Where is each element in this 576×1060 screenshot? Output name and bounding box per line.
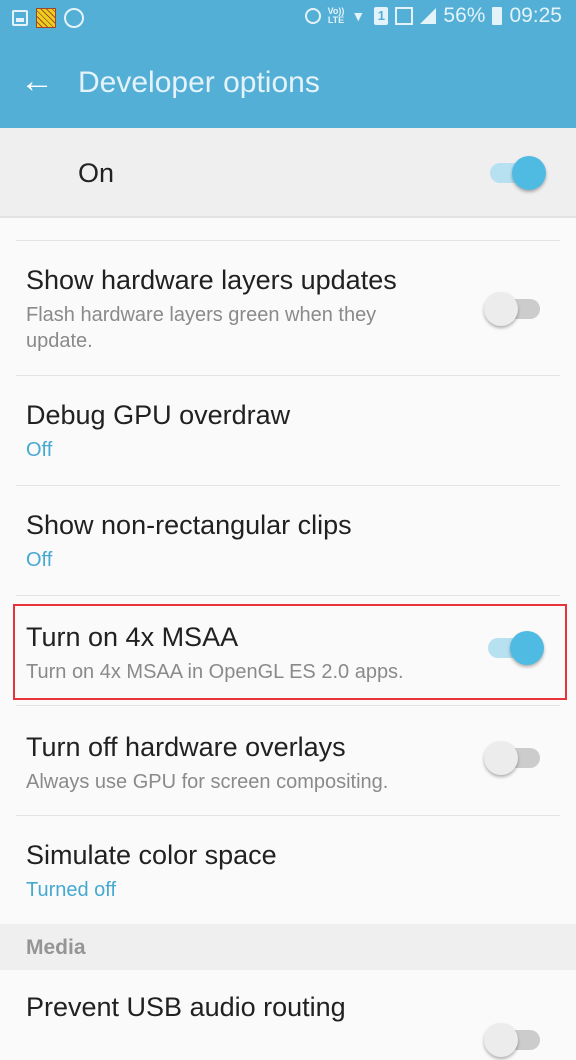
toggle-thumb	[484, 292, 518, 326]
setting-show-non-rectangular-clips[interactable]: Show non-rectangular clips Off	[0, 486, 576, 595]
toggle-thumb	[512, 156, 546, 190]
master-switch-toggle[interactable]	[486, 153, 548, 193]
battery-icon	[492, 7, 503, 25]
setting-title: Prevent USB audio routing	[26, 992, 346, 1022]
usb-audio-routing-toggle[interactable]	[484, 1020, 546, 1060]
setting-debug-gpu-overdraw[interactable]: Debug GPU overdraw Off	[0, 376, 576, 485]
back-button[interactable]: ←	[20, 64, 56, 100]
master-switch-row[interactable]: On	[0, 128, 576, 218]
setting-title: Turn off hardware overlays	[26, 732, 346, 762]
setting-value: Off	[26, 549, 53, 571]
toggle-thumb	[484, 1023, 518, 1057]
setting-turn-off-hardware-overlays[interactable]: Turn off hardware overlays Always use GP…	[0, 706, 576, 815]
setting-title: Debug GPU overdraw	[26, 400, 291, 430]
setting-show-hardware-layers-updates[interactable]: Show hardware layers updates Flash hardw…	[0, 241, 576, 375]
signal-sim2-icon	[420, 8, 437, 24]
clock: 09:25	[509, 4, 562, 27]
setting-turn-on-4x-msaa[interactable]: Turn on 4x MSAA Turn on 4x MSAA in OpenG…	[0, 596, 576, 705]
setting-subtitle: Turn on 4x MSAA in OpenGL ES 2.0 apps.	[26, 661, 404, 683]
setting-value: Off	[26, 439, 53, 461]
sim-1-icon: 1	[374, 7, 389, 25]
setting-subtitle: Always use GPU for screen compositing.	[26, 771, 389, 793]
setting-title: Simulate color space	[26, 840, 277, 870]
setting-title: Show hardware layers updates	[26, 265, 397, 295]
pattern-app-icon	[36, 8, 56, 28]
setting-value: Turned off	[26, 879, 117, 901]
status-bar: Vo)) LTE ▼ 1 56% 09:25	[0, 0, 576, 38]
hardware-overlays-toggle[interactable]	[484, 738, 546, 778]
setting-title: Show non-rectangular clips	[26, 510, 352, 540]
toggle-thumb	[510, 631, 544, 665]
signal-sim1-icon	[395, 7, 414, 25]
page-title: Developer options	[78, 66, 320, 99]
lte-label: LTE	[327, 15, 345, 25]
hardware-layers-toggle[interactable]	[484, 289, 546, 329]
setting-prevent-usb-audio-routing[interactable]: Prevent USB audio routing	[0, 970, 576, 1057]
setting-subtitle: Flash hardware layers green when they up…	[26, 304, 377, 352]
arrow-left-icon: ←	[20, 62, 54, 100]
setting-simulate-color-space[interactable]: Simulate color space Turned off	[0, 816, 576, 924]
toggle-thumb	[484, 741, 518, 775]
volte-icon: Vo)) LTE	[328, 7, 345, 25]
app-bar: ← Developer options	[0, 38, 576, 128]
whatsapp-icon	[64, 8, 84, 28]
alarm-icon	[304, 8, 321, 24]
battery-percent: 56%	[443, 4, 486, 27]
setting-title: Turn on 4x MSAA	[26, 622, 239, 652]
section-header-media: Media	[0, 924, 576, 970]
gallery-icon	[12, 10, 28, 26]
settings-list: Show hardware layers updates Flash hardw…	[0, 218, 576, 1057]
msaa-toggle[interactable]	[484, 628, 546, 668]
wifi-icon: ▼	[351, 8, 366, 24]
master-switch-label: On	[78, 158, 115, 188]
